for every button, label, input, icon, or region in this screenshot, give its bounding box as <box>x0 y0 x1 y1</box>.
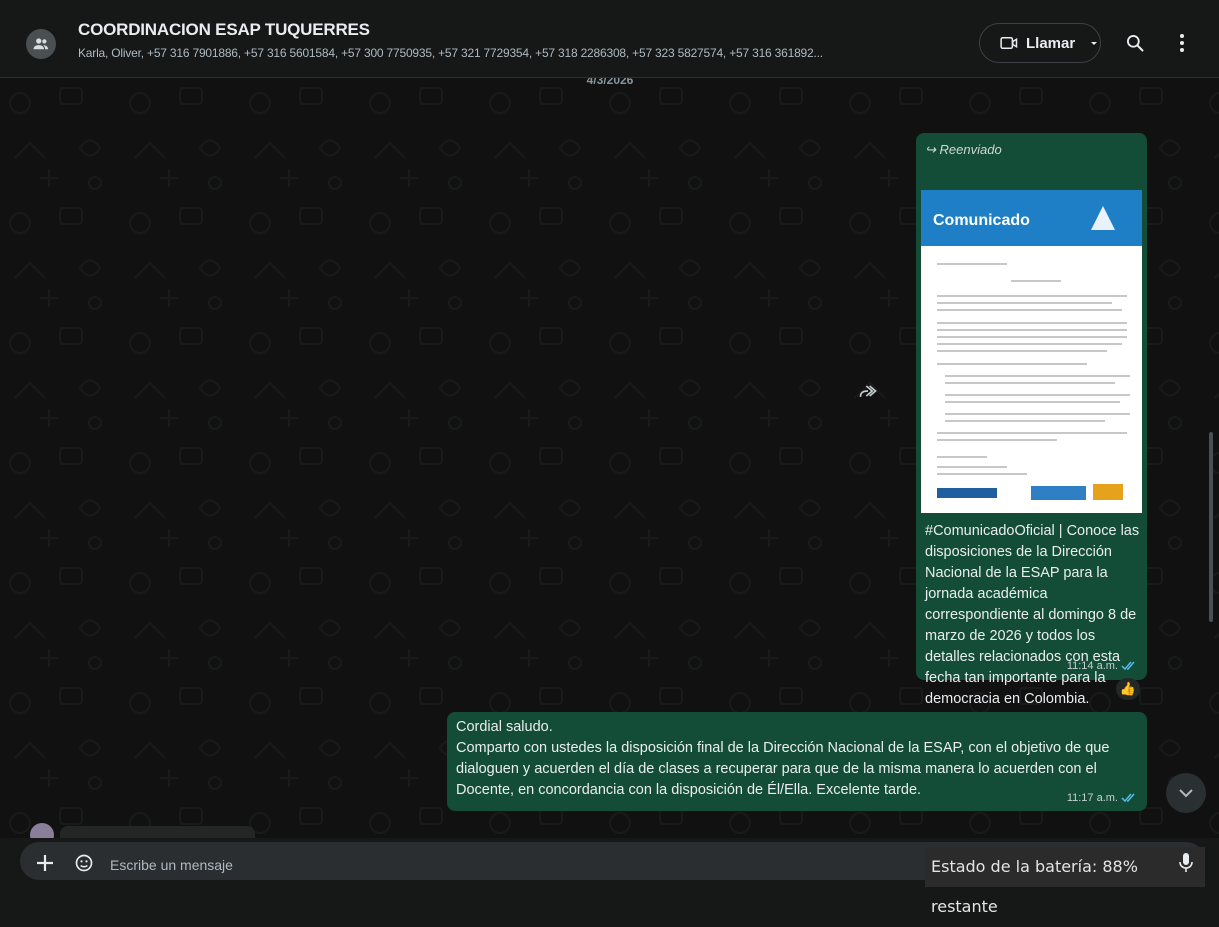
call-button[interactable]: Llamar <box>979 23 1101 63</box>
forwarded-indicator: ↪ Reenviado <box>925 142 1002 158</box>
scroll-to-bottom-button[interactable] <box>1166 773 1206 813</box>
message-bubble-text[interactable]: Cordial saludo. Comparto con ustedes la … <box>447 712 1147 811</box>
message-meta: 11:14 a.m. <box>1067 660 1137 672</box>
battery-status-tooltip: Estado de la batería: 88% restante <box>925 847 1205 916</box>
read-receipt-icon <box>1121 793 1135 803</box>
sticker-icon[interactable] <box>74 853 94 873</box>
chevron-down-icon <box>1091 42 1098 45</box>
communique-image-title: Comunicado <box>933 212 1030 229</box>
thumbs-up-icon: 👍 <box>1119 681 1137 696</box>
forward-button[interactable] <box>858 383 882 407</box>
microphone-icon[interactable] <box>1178 852 1194 874</box>
search-button[interactable] <box>1123 31 1147 55</box>
message-input[interactable] <box>108 849 872 881</box>
message-text: Cordial saludo. Comparto con ustedes la … <box>456 717 1141 801</box>
chat-header: COORDINACION ESAP TUQUERRES Karla, Olive… <box>0 0 1219 78</box>
call-button-label: Llamar <box>1026 34 1076 52</box>
more-icon <box>1180 34 1184 52</box>
message-reaction[interactable]: 👍 <box>1116 678 1140 700</box>
message-time: 11:14 a.m. <box>1066 660 1118 672</box>
chat-title[interactable]: COORDINACION ESAP TUQUERRES <box>78 20 370 40</box>
participants-list[interactable]: Karla, Oliver, +57 316 7901886, +57 316 … <box>78 46 958 60</box>
chat-panel: 4/3/2026 ↪ Reenviado Comunicado #Comunic… <box>0 78 1219 838</box>
search-icon <box>1127 35 1144 52</box>
communique-image[interactable]: Comunicado <box>921 190 1142 513</box>
message-line-body: Comparto con ustedes la disposición fina… <box>456 740 1110 798</box>
forward-icon <box>859 385 877 397</box>
message-line-greeting: Cordial saludo. <box>456 719 553 735</box>
read-receipt-icon <box>1121 661 1135 671</box>
chevron-down-icon <box>1179 789 1193 798</box>
menu-button[interactable] <box>1170 31 1194 55</box>
forwarded-icon: ↪ <box>925 142 936 157</box>
message-caption: #ComunicadoOficial | Conoce las disposic… <box>925 523 1140 728</box>
date-separator: 4/3/2026 <box>586 78 634 87</box>
scrollbar-thumb[interactable] <box>1209 432 1213 622</box>
message-bubble-incoming[interactable] <box>60 826 255 838</box>
group-avatar-icon <box>33 38 49 50</box>
message-time: 11:17 a.m. <box>1066 792 1118 804</box>
video-icon <box>1000 37 1018 49</box>
esap-logo-icon <box>1091 206 1115 230</box>
message-bubble-forwarded[interactable]: ↪ Reenviado Comunicado #ComunicadoOficia… <box>916 133 1147 728</box>
message-meta: 11:17 a.m. <box>1067 792 1137 804</box>
group-avatar[interactable] <box>26 29 56 59</box>
forwarded-label: Reenviado <box>939 142 1002 157</box>
attach-icon[interactable] <box>36 854 54 872</box>
